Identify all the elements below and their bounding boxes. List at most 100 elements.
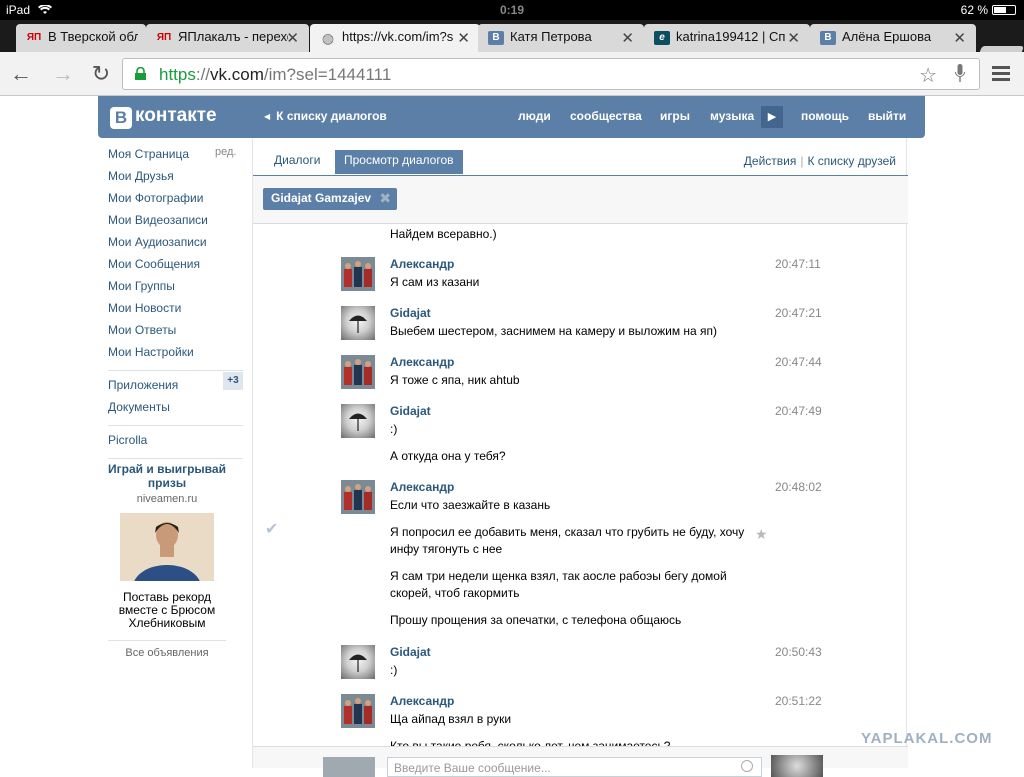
tab-dialogs[interactable]: Диалоги	[265, 150, 329, 174]
bookmark-star-icon[interactable]: ☆	[919, 63, 937, 88]
edit-menu-link[interactable]: ред.	[215, 146, 236, 158]
forward-arrow-icon[interactable]: →	[52, 63, 74, 86]
ad-title[interactable]: Играй и выигрывай призы	[108, 462, 226, 490]
left-sidebar: ред. Моя Страница Мои Друзья Мои Фотогра…	[108, 146, 248, 465]
sidebar-divider	[108, 425, 243, 426]
message-input[interactable]: Введите Ваше сообщение...	[387, 757, 762, 777]
sidebar-item-audio[interactable]: Мои Аудиозаписи	[108, 234, 248, 256]
sidebar-item-groups[interactable]: Мои Группы	[108, 278, 248, 300]
browser-tab[interactable]: ЯП ЯПлакалъ - перехо ✕	[146, 24, 309, 52]
avatar[interactable]	[341, 480, 375, 514]
message-text: А откуда она у тебя?	[390, 449, 506, 463]
message-text: :)	[390, 422, 398, 436]
avatar[interactable]	[341, 306, 375, 340]
ad-domain: niveamen.ru	[136, 493, 198, 505]
remove-participant-icon[interactable]: ✖	[379, 190, 391, 207]
message-time: 20:51:22	[775, 694, 822, 708]
message-time: 20:50:43	[775, 645, 822, 659]
avatar[interactable]	[341, 694, 375, 728]
apps-count-badge: +3	[223, 372, 243, 390]
vk-favicon-icon: В	[488, 31, 504, 45]
ad-divider	[108, 640, 226, 641]
message-author[interactable]: Gidajat	[390, 404, 431, 418]
browser-tab[interactable]: В Алёна Ершова ✕	[810, 24, 976, 52]
back-to-dialogs-link[interactable]: К списку диалогов	[264, 109, 387, 123]
participant-chip[interactable]: Gidajat Gamzajev ✖	[263, 188, 398, 210]
ad-image[interactable]	[120, 513, 214, 581]
close-tab-icon[interactable]: ✕	[286, 29, 299, 47]
sidebar-item-answers[interactable]: Мои Ответы	[108, 322, 248, 344]
peer-avatar[interactable]	[771, 755, 823, 777]
avatar[interactable]	[341, 257, 375, 291]
message-time: 20:48:02	[775, 480, 822, 494]
yaplakal-favicon-icon: ЯП	[26, 32, 42, 43]
nav-games[interactable]: игры	[660, 109, 690, 123]
friends-list-link[interactable]: К списку друзей	[807, 154, 896, 168]
ad-caption[interactable]: Поставь рекорд вместе с Брюсом Хлебников…	[108, 591, 226, 630]
nav-people[interactable]: люди	[518, 109, 551, 123]
close-tab-icon[interactable]: ✕	[953, 29, 966, 47]
close-tab-icon[interactable]: ✕	[621, 29, 634, 47]
sidebar-item-picrolla[interactable]: Picrolla	[108, 432, 248, 454]
emoji-icon[interactable]	[741, 760, 753, 772]
actions-link[interactable]: Действия	[744, 154, 797, 168]
nav-communities[interactable]: сообщества	[570, 109, 642, 123]
message-author[interactable]: Александр	[390, 480, 454, 494]
address-bar[interactable]: https://vk.com/im?sel=1444111 ☆	[122, 58, 980, 90]
message-author[interactable]: Gidajat	[390, 645, 431, 659]
message-text: Я сам из казани	[390, 275, 480, 289]
vk-logo[interactable]: Вконтакте	[110, 105, 217, 129]
reload-icon[interactable]: ↻	[90, 63, 112, 86]
message-text: :)	[390, 663, 398, 677]
participant-name: Gidajat Gamzajev	[271, 191, 372, 205]
browser-tab[interactable]: В Катя Петрова ✕	[478, 24, 644, 52]
browser-toolbar: ← → ↻ https://vk.com/im?sel=1444111 ☆	[0, 52, 1024, 96]
nav-logout[interactable]: выйти	[868, 109, 906, 123]
message-text: Я попросил ее добавить меня, сказал что …	[390, 525, 745, 556]
hamburger-menu-icon[interactable]	[992, 66, 1010, 82]
nav-music[interactable]: музыка	[710, 109, 754, 123]
message-author[interactable]: Александр	[390, 257, 454, 271]
back-arrow-icon[interactable]: ←	[10, 63, 32, 86]
battery-icon	[992, 5, 1016, 15]
message-time: 20:47:44	[775, 355, 822, 369]
close-tab-icon[interactable]: ✕	[457, 29, 470, 47]
message-author[interactable]: Александр	[390, 355, 454, 369]
microphone-icon[interactable]	[955, 64, 965, 82]
sidebar-ad[interactable]: Играй и выигрывай призы niveamen.ru Пост…	[108, 462, 226, 659]
all-ads-link[interactable]: Все объявления	[108, 647, 226, 659]
sidebar-item-photos[interactable]: Мои Фотографии	[108, 190, 248, 212]
message-time: 20:47:21	[775, 306, 822, 320]
sidebar-item-friends[interactable]: Мои Друзья	[108, 168, 248, 190]
clock: 0:19	[499, 3, 525, 17]
message-author[interactable]: Александр	[390, 694, 454, 708]
close-tab-icon[interactable]: ✕	[787, 29, 800, 47]
message-history: Найдем всеравно.) Александр 20:47:11 Я с…	[253, 226, 908, 746]
sidebar-item-news[interactable]: Мои Новости	[108, 300, 248, 322]
nav-help[interactable]: помощь	[801, 109, 849, 123]
battery-percent: 62 %	[960, 3, 988, 17]
watermark: YAPLAKAL.COM	[861, 730, 993, 747]
message-author[interactable]: Gidajat	[390, 306, 431, 320]
browser-tab-active[interactable]: ◍ https://vk.com/im?s ✕	[310, 24, 480, 52]
checkmark-icon[interactable]: ✔	[265, 519, 278, 539]
sidebar-item-settings[interactable]: Мои Настройки	[108, 344, 248, 366]
avatar[interactable]	[341, 404, 375, 438]
play-icon[interactable]: ▶	[761, 106, 783, 128]
sidebar-item-messages[interactable]: Мои Сообщения	[108, 256, 248, 278]
dialog-participants: Gidajat Gamzajev ✖	[253, 176, 908, 224]
avatar[interactable]	[341, 355, 375, 389]
avatar[interactable]	[341, 645, 375, 679]
message-text: Найдем всеравно.)	[390, 227, 497, 241]
message-text: Прошу прощения за опечатки, с телефона о…	[390, 613, 682, 627]
browser-tab[interactable]: ЯП В Тверской обла	[16, 24, 146, 52]
sidebar-item-documents[interactable]: Документы	[108, 399, 248, 421]
star-icon[interactable]: ★	[755, 526, 768, 543]
browser-tab[interactable]: e katrina199412 | Спр ✕	[644, 24, 810, 52]
lock-icon	[135, 67, 146, 80]
tab-view-dialogs[interactable]: Просмотр диалогов	[335, 150, 463, 174]
vk-favicon-icon: В	[820, 31, 836, 45]
my-avatar[interactable]	[323, 757, 375, 777]
sidebar-item-videos[interactable]: Мои Видеозаписи	[108, 212, 248, 234]
separator: |	[800, 154, 804, 168]
